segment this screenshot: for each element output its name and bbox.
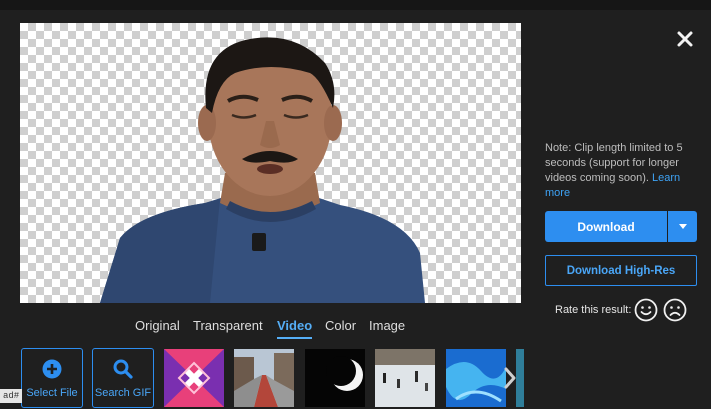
tab-video[interactable]: Video xyxy=(277,318,313,339)
download-button[interactable]: Download xyxy=(545,211,667,242)
search-gif-button[interactable]: Search GIF xyxy=(92,348,154,408)
subject-image xyxy=(100,37,425,303)
search-gif-label: Search GIF xyxy=(94,387,152,399)
background-thumb-partial[interactable] xyxy=(516,349,524,407)
happy-face-icon[interactable] xyxy=(634,298,658,322)
background-thumb-blue-fluid[interactable] xyxy=(446,349,506,407)
preview-canvas xyxy=(20,23,521,303)
add-circle-icon xyxy=(42,359,62,379)
sad-face-icon[interactable] xyxy=(663,298,687,322)
background-thumb-moon[interactable] xyxy=(305,349,365,407)
rate-result-label: Rate this result: xyxy=(555,304,632,316)
top-bar xyxy=(0,0,711,10)
tab-original[interactable]: Original xyxy=(135,318,180,333)
chevron-down-icon xyxy=(678,224,687,229)
chevron-right-icon[interactable] xyxy=(503,366,517,390)
download-options-dropdown[interactable] xyxy=(668,211,697,242)
select-file-button[interactable]: Select File xyxy=(21,348,83,408)
background-thumb-street[interactable] xyxy=(234,349,294,407)
background-thumb-ice-rink[interactable] xyxy=(375,349,435,407)
tab-image[interactable]: Image xyxy=(369,318,405,333)
clip-length-note: Note: Clip length limited to 5 seconds (… xyxy=(545,141,695,201)
download-high-res-button[interactable]: Download High-Res xyxy=(545,255,697,286)
background-thumb-pink-pattern[interactable] xyxy=(164,349,224,407)
tab-transparent[interactable]: Transparent xyxy=(193,318,263,333)
close-icon[interactable] xyxy=(674,28,696,50)
background-picker-strip: Select File Search GIF xyxy=(0,347,711,409)
search-icon xyxy=(113,359,133,379)
corner-tag: ad# xyxy=(0,389,23,403)
tab-color[interactable]: Color xyxy=(325,318,356,333)
select-file-label: Select File xyxy=(26,387,78,399)
